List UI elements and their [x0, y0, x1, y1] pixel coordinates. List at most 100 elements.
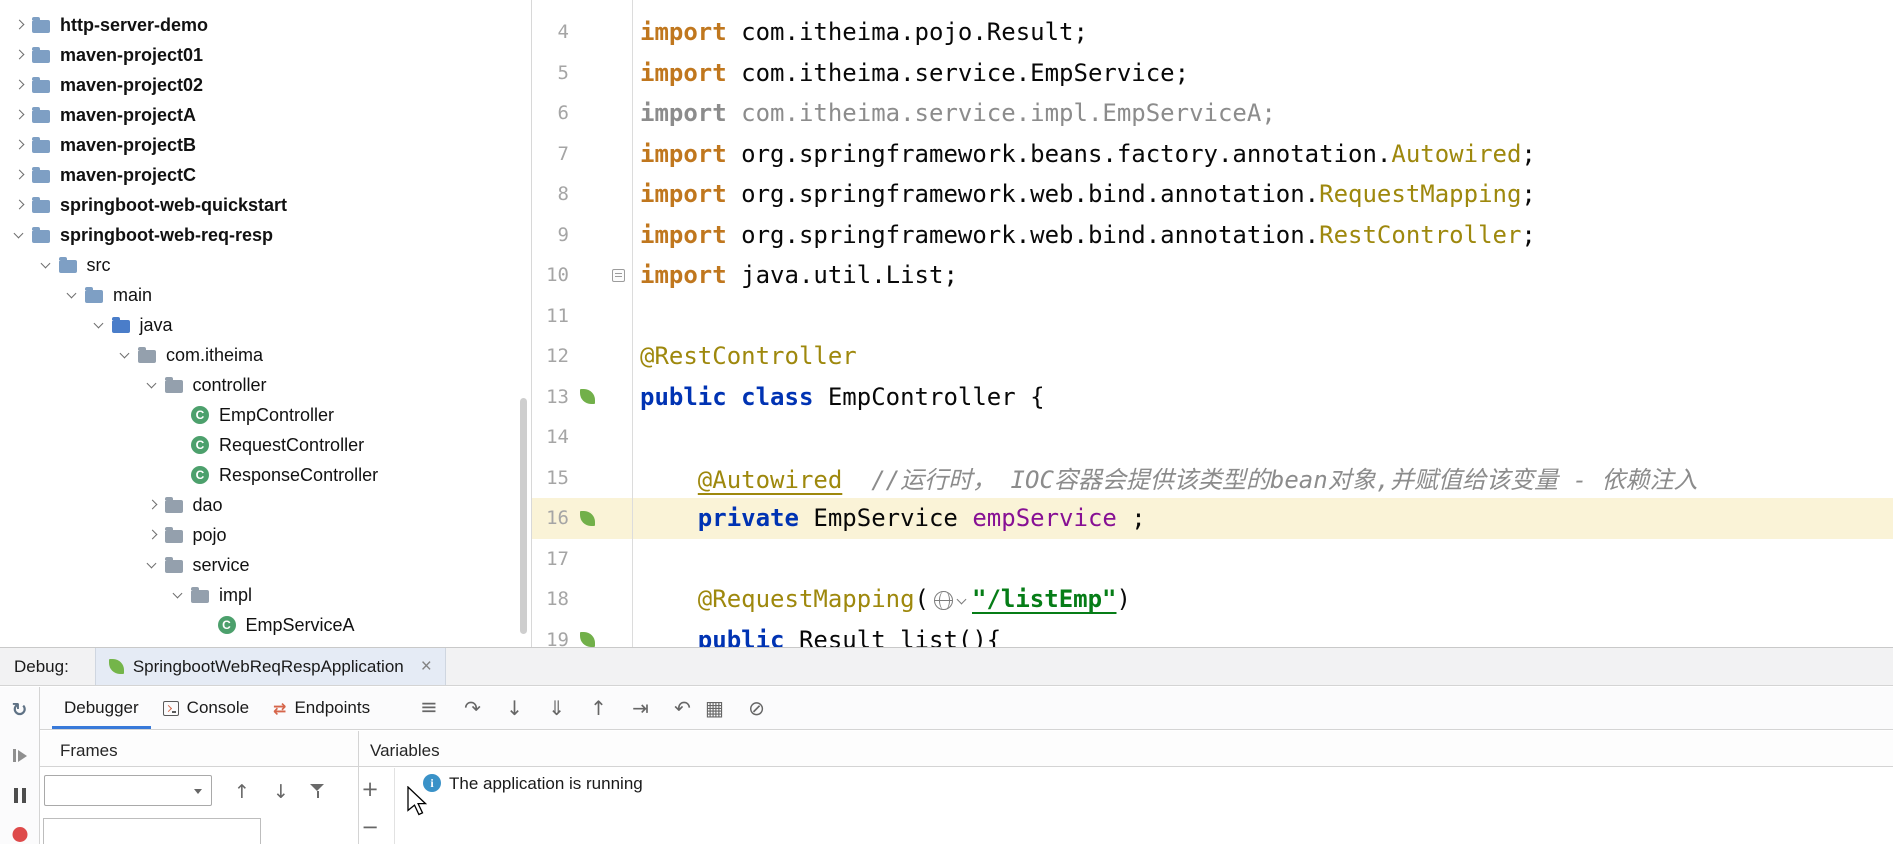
tree-item[interactable]: maven-project01 [0, 40, 531, 70]
tree-scrollbar[interactable] [520, 398, 527, 634]
chevron-right-icon[interactable] [145, 498, 160, 513]
tree-item-label: impl [219, 584, 253, 605]
debug-header-row: Debug: SpringbootWebReqRespApplication × [0, 648, 1893, 686]
layout-settings-icon[interactable]: ≡ [420, 695, 438, 719]
tree-item[interactable]: impl [0, 580, 531, 610]
chevron-right-icon[interactable] [145, 528, 160, 543]
code-line: 12 @RestController [532, 336, 1893, 377]
tree-item[interactable]: com.itheima [0, 340, 531, 370]
package-folder-icon [138, 346, 156, 363]
tab-label: Endpoints [294, 698, 371, 717]
tree-item-label: maven-projectA [60, 104, 197, 125]
move-up-icon[interactable]: ↑ [231, 781, 253, 803]
editor[interactable]: 4 import com.itheima.pojo.Result; 5 import … [532, 0, 1893, 647]
tree-item[interactable]: src [0, 250, 531, 280]
tree-item[interactable]: springboot-web-quickstart [0, 190, 531, 220]
tree-item[interactable]: maven-projectB [0, 130, 531, 160]
url-globe-icon[interactable] [934, 591, 966, 611]
chevron-right-icon[interactable] [12, 48, 27, 63]
tree-item-label: src [86, 254, 111, 275]
step-over-icon[interactable]: ↷ [460, 698, 485, 718]
spring-bean-gutter-icon[interactable] [579, 510, 595, 526]
tab-endpoints[interactable]: Endpoints [261, 687, 382, 729]
step-into-icon[interactable]: ↓ [502, 698, 527, 718]
line-number: 14 [546, 426, 569, 449]
spring-bean-gutter-icon[interactable] [579, 389, 595, 405]
tree-item[interactable]: service [0, 550, 531, 580]
tab-debugger[interactable]: Debugger [52, 687, 151, 729]
class-icon: C [191, 466, 209, 484]
chevron-down-icon[interactable] [39, 258, 54, 273]
code-text: import org.springframework.web.bind.anno… [640, 180, 1536, 209]
chevron-right-icon[interactable] [12, 138, 27, 153]
force-step-into-icon[interactable]: ⇓ [544, 698, 569, 718]
project-tree[interactable]: http-server-demo maven-project01 maven-pro… [0, 0, 531, 647]
tree-item-label: controller [192, 374, 267, 395]
remove-watch-icon[interactable]: − [361, 815, 379, 839]
frames-thread-combobox[interactable] [44, 775, 212, 806]
chevron-right-icon[interactable] [12, 78, 27, 93]
resume-program-icon[interactable] [12, 749, 27, 762]
tree-item[interactable]: main [0, 280, 531, 310]
folder-folder-icon [58, 256, 77, 273]
close-icon[interactable]: × [421, 657, 432, 676]
tree-item[interactable]: pojo [0, 520, 531, 550]
step-actions: ↷ ↓ ⇓ ↑ ⇥ ↶ [460, 687, 695, 729]
tree-item[interactable]: maven-projectA [0, 100, 531, 130]
class-icon: C [191, 436, 209, 454]
line-number: 11 [546, 304, 569, 327]
frames-list[interactable] [43, 818, 261, 844]
code-line: 4 import com.itheima.pojo.Result; [532, 12, 1893, 53]
watch-toolbar-border [394, 768, 395, 844]
tree-item[interactable]: maven-project02 [0, 70, 531, 100]
stop-icon[interactable] [12, 827, 27, 842]
session-tab-label: SpringbootWebReqRespApplication [132, 656, 404, 676]
tree-item-label: springboot-web-req-resp [60, 224, 274, 245]
line-number: 6 [557, 102, 569, 125]
endpoints-icon [273, 699, 286, 718]
rerun-debugger-icon[interactable]: ↻ [12, 699, 28, 721]
step-out-icon[interactable]: ↑ [586, 698, 611, 718]
tree-item[interactable]: java [0, 310, 531, 340]
chevron-right-icon[interactable] [12, 168, 27, 183]
chevron-down-icon[interactable] [12, 228, 27, 243]
debug-session-tab[interactable]: SpringbootWebReqRespApplication × [94, 648, 446, 685]
chevron-down-icon[interactable] [118, 348, 133, 363]
chevron-right-icon[interactable] [12, 198, 27, 213]
add-watch-icon[interactable]: + [361, 777, 379, 801]
chevron-down-icon[interactable] [171, 588, 186, 603]
code-line: 17 [532, 539, 1893, 580]
tree-item-label: EmpController [219, 404, 335, 425]
drop-frame-icon[interactable]: ↶ [670, 698, 695, 718]
tree-item[interactable]: maven-projectC [0, 160, 531, 190]
tree-item[interactable]: C EmpServiceA [0, 610, 531, 640]
view-breakpoints-icon[interactable]: ▦ [702, 698, 727, 718]
frames-variables-splitter[interactable] [358, 731, 359, 844]
chevron-down-icon[interactable] [92, 318, 107, 333]
tree-item[interactable]: springboot-web-req-resp [0, 220, 531, 250]
spring-bean-gutter-icon[interactable] [579, 632, 595, 647]
tree-item[interactable]: http-server-demo [0, 10, 531, 40]
application-running-message: The application is running [449, 774, 643, 793]
package-folder-icon [164, 496, 183, 513]
fold-region-icon[interactable] [611, 268, 625, 282]
move-down-icon[interactable]: ↓ [270, 781, 292, 803]
tree-item[interactable]: dao [0, 490, 531, 520]
tab-label: Debugger [64, 698, 139, 717]
pause-program-icon[interactable] [13, 788, 26, 803]
chevron-down-icon[interactable] [65, 288, 80, 303]
chevron-right-icon[interactable] [12, 108, 27, 123]
chevron-down-icon[interactable] [145, 558, 160, 573]
chevron-right-icon[interactable] [12, 18, 27, 33]
tree-item[interactable]: C ResponseController [0, 460, 531, 490]
filter-icon[interactable] [310, 784, 326, 800]
run-to-cursor-icon[interactable]: ⇥ [628, 698, 653, 718]
line-number: 8 [557, 183, 569, 206]
chevron-down-icon[interactable] [145, 378, 160, 393]
tab-console[interactable]: Console [151, 687, 261, 729]
mute-breakpoints-icon[interactable]: ⊘ [744, 698, 769, 718]
code-line: 7 import org.springframework.beans.factor… [532, 134, 1893, 175]
tree-item[interactable]: controller [0, 370, 531, 400]
tree-item[interactable]: C RequestController [0, 430, 531, 460]
tree-item[interactable]: C EmpController [0, 400, 531, 430]
